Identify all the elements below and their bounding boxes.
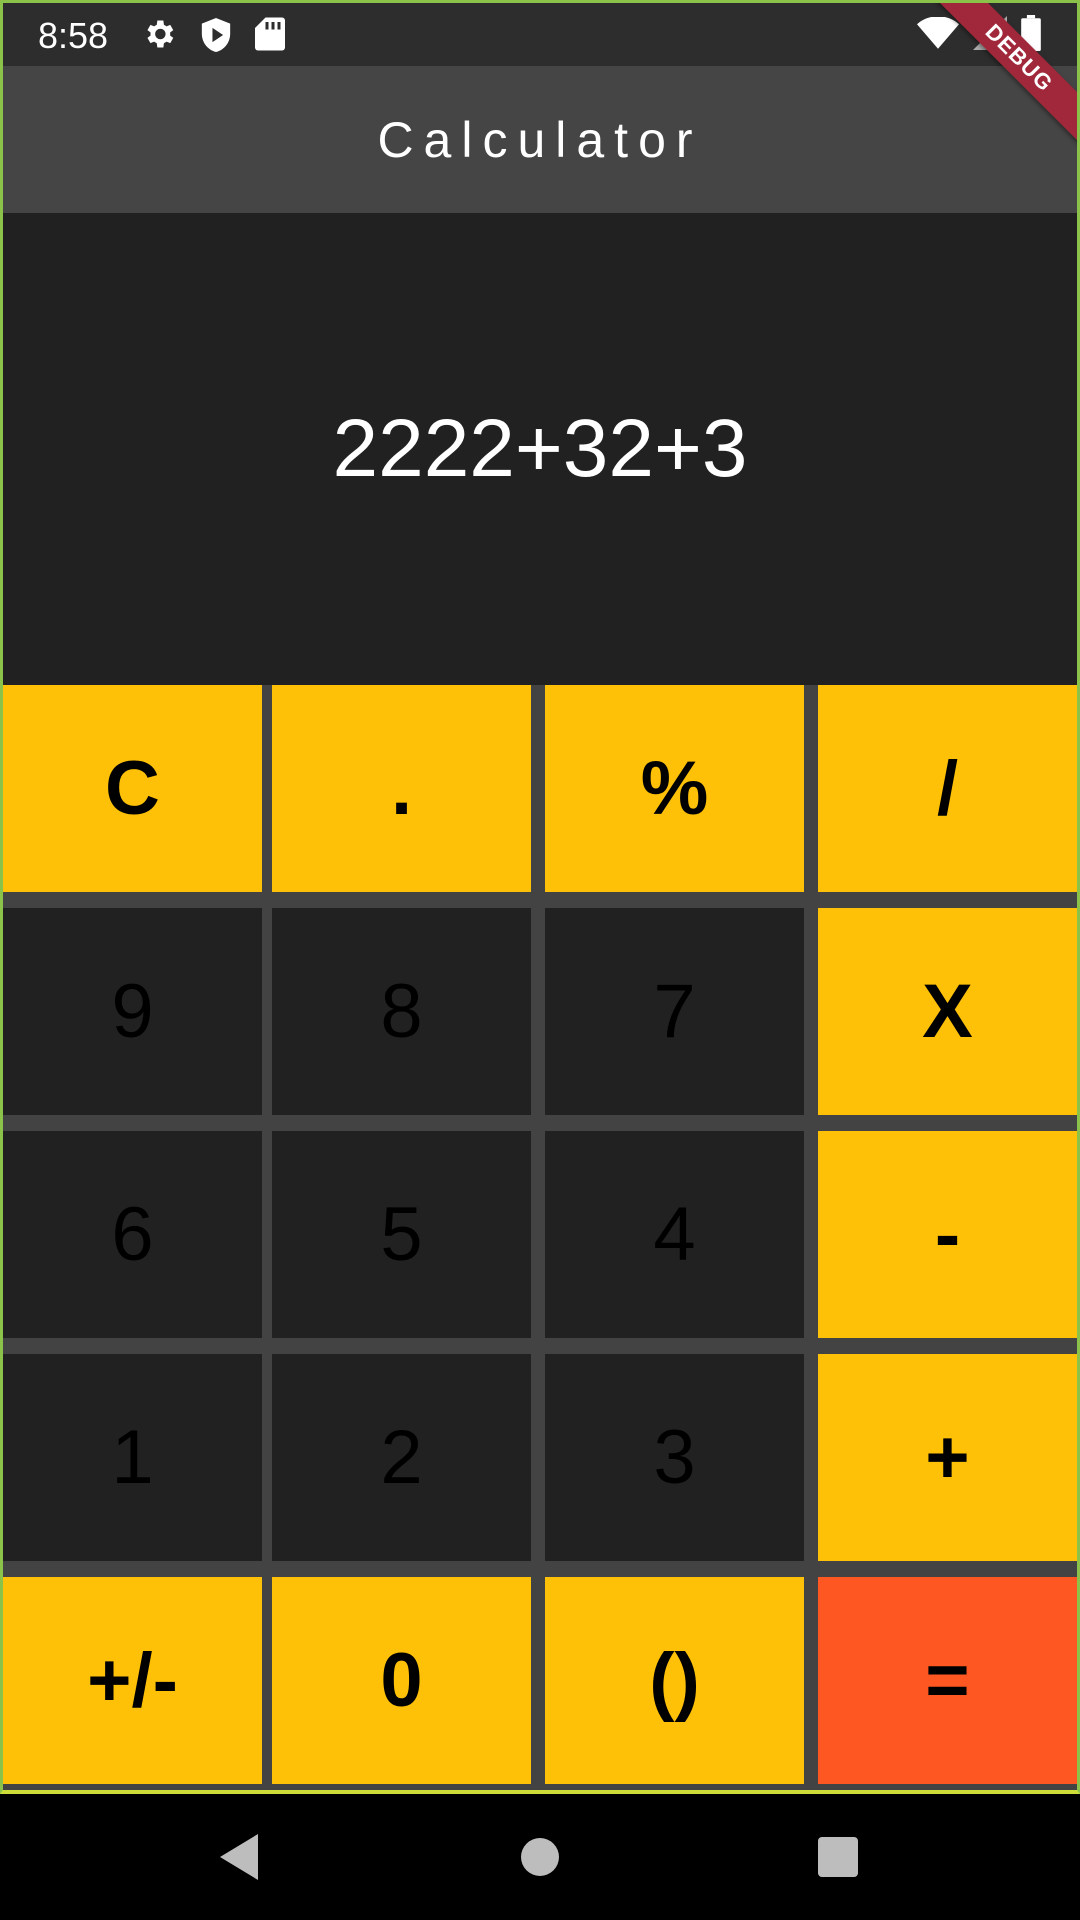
digit-7-button[interactable]: 7 xyxy=(545,908,804,1115)
percent-button[interactable]: % xyxy=(545,685,804,892)
app-bar: Calculator xyxy=(3,66,1077,213)
status-bar: 8:58 xyxy=(3,3,1077,66)
recents-icon[interactable] xyxy=(817,1832,859,1887)
status-time: 8:58 xyxy=(38,15,109,56)
digit-0-button[interactable]: 0 xyxy=(272,1577,531,1784)
sd-card-icon xyxy=(255,16,285,54)
digit-1-button[interactable]: 1 xyxy=(3,1354,262,1561)
status-icons-left xyxy=(141,16,285,54)
add-button[interactable]: + xyxy=(818,1354,1077,1561)
decimal-button[interactable]: . xyxy=(272,685,531,892)
digit-9-button[interactable]: 9 xyxy=(3,908,262,1115)
keypad: C . % / 9 8 7 X 6 5 4 - 1 2 3 + +/- 0 ()… xyxy=(3,685,1077,1790)
page-title: Calculator xyxy=(377,111,703,168)
clear-button[interactable]: C xyxy=(3,685,262,892)
digit-8-button[interactable]: 8 xyxy=(272,908,531,1115)
wifi-icon xyxy=(917,17,959,49)
digit-3-button[interactable]: 3 xyxy=(545,1354,804,1561)
gear-icon xyxy=(141,16,177,54)
app-frame: 8:58 DEBUG Calculator 2222+32+3 C . % / … xyxy=(0,0,1080,1794)
digit-2-button[interactable]: 2 xyxy=(272,1354,531,1561)
calculator-display: 2222+32+3 xyxy=(3,213,1077,685)
digit-5-button[interactable]: 5 xyxy=(272,1131,531,1338)
shield-play-icon xyxy=(199,16,233,54)
digit-6-button[interactable]: 6 xyxy=(3,1131,262,1338)
subtract-button[interactable]: - xyxy=(818,1131,1077,1338)
negate-button[interactable]: +/- xyxy=(3,1577,262,1784)
expression-text: 2222+32+3 xyxy=(332,403,748,494)
multiply-button[interactable]: X xyxy=(818,908,1077,1115)
home-icon[interactable] xyxy=(519,1832,561,1887)
divide-button[interactable]: / xyxy=(818,685,1077,892)
equals-button[interactable]: = xyxy=(818,1577,1077,1784)
parentheses-button[interactable]: () xyxy=(545,1577,804,1784)
digit-4-button[interactable]: 4 xyxy=(545,1131,804,1338)
back-icon[interactable] xyxy=(216,1832,262,1887)
navigation-bar xyxy=(0,1794,1080,1920)
